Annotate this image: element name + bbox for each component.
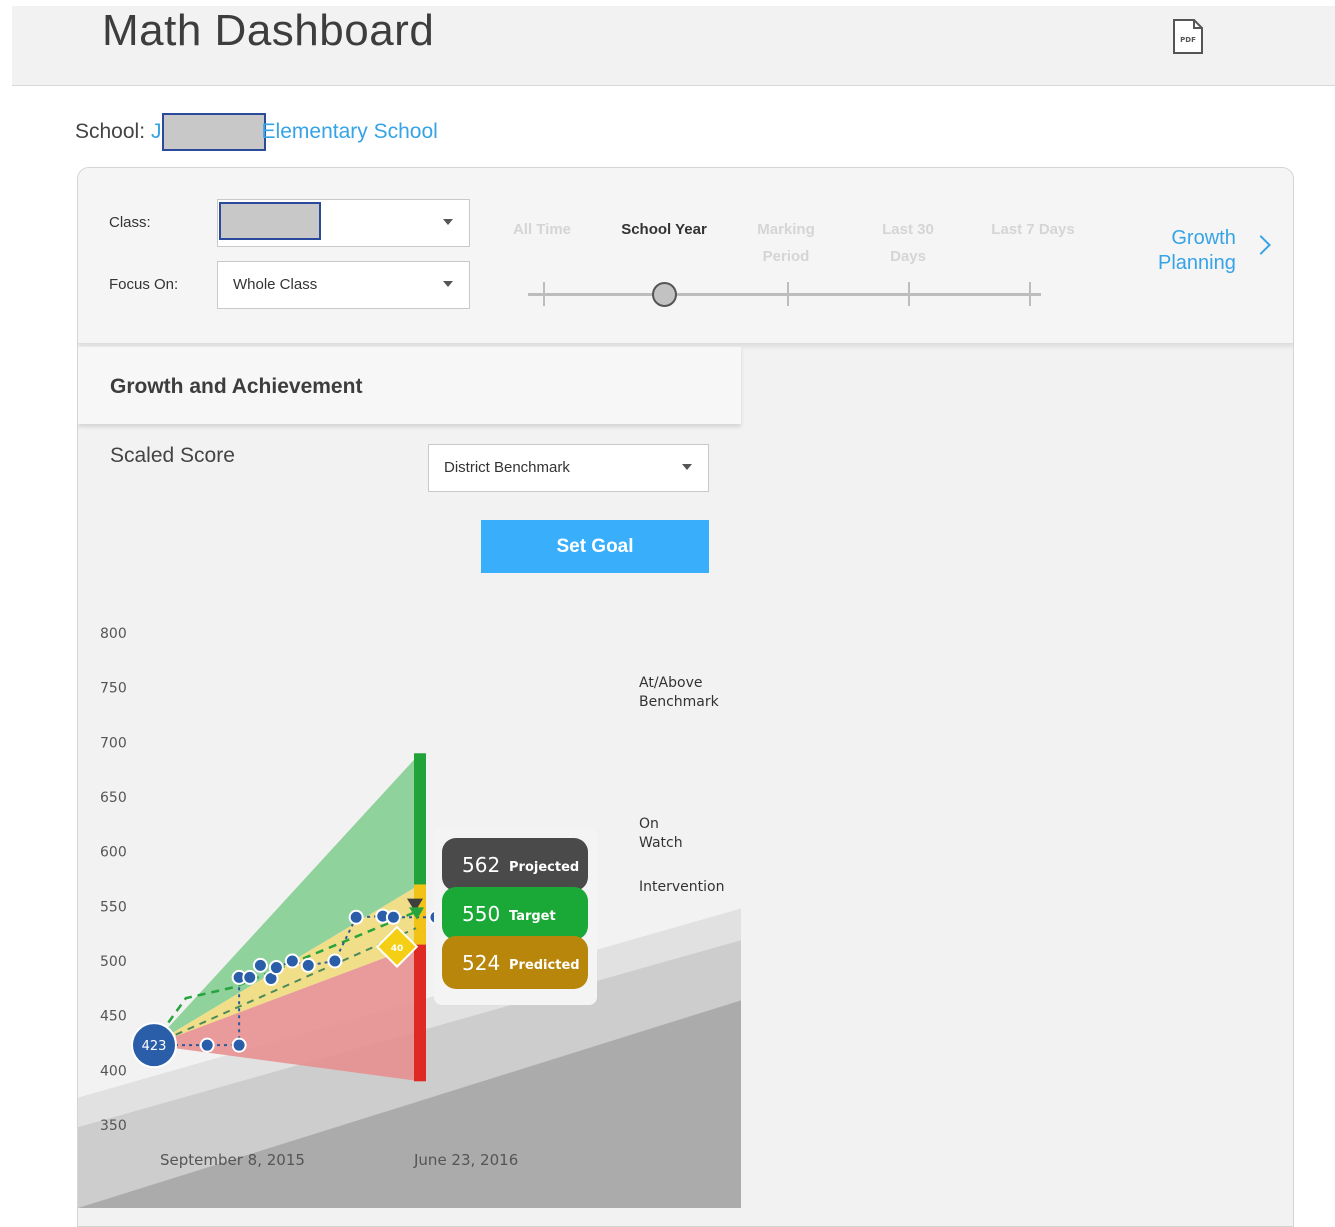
growth-chart: 800 750 700 650 600 550 500 450 400 350 September … [78, 626, 741, 1208]
growth-planning-link[interactable]: Growth Planning [1158, 226, 1236, 276]
redacted-school-name [161, 113, 266, 151]
slider-tick [787, 282, 789, 306]
slider-tick [543, 282, 545, 306]
y-tick-label: 700 [100, 735, 127, 751]
score-point[interactable] [199, 1037, 215, 1053]
growth-achievement-header: Growth and Achievement [78, 347, 741, 424]
y-tick-label: 500 [100, 954, 127, 970]
growth-planning-line1: Growth [1171, 227, 1236, 249]
legend-label: Projected [509, 860, 579, 875]
page-header: Math Dashboard PDF [12, 6, 1335, 86]
filter-bar: Class: Focus On: Whole Class All Time Sc… [78, 168, 1293, 344]
scaled-score-label: Scaled Score [110, 444, 235, 467]
chevron-down-icon [443, 219, 453, 225]
y-tick-label: 750 [100, 681, 127, 697]
score-point[interactable] [268, 960, 284, 976]
score-point[interactable] [327, 953, 343, 969]
y-tick-label: 550 [100, 899, 127, 915]
start-score-label: 423 [142, 1039, 167, 1054]
period-slider-thumb[interactable] [652, 282, 677, 307]
y-tick-label: 650 [100, 790, 127, 806]
legend-label: Predicted [509, 958, 580, 973]
chevron-down-icon[interactable] [682, 464, 692, 470]
band-label-on-watch: On Watch [639, 816, 683, 851]
y-tick-label: 450 [100, 1009, 127, 1025]
band-label-above-benchmark: At/Above Benchmark [639, 675, 720, 710]
focus-select[interactable]: Whole Class [217, 261, 470, 309]
legend-label: Target [509, 909, 556, 924]
legend-value: 550 [462, 902, 500, 926]
score-point[interactable] [231, 1037, 247, 1053]
period-all-time[interactable]: All Time [498, 216, 586, 243]
class-label: Class: [109, 214, 151, 231]
slider-tick [1029, 282, 1031, 306]
school-link[interactable]: Elementary School [262, 120, 438, 144]
chevron-down-icon [443, 281, 453, 287]
class-select[interactable] [217, 199, 470, 247]
period-last-7-days[interactable]: Last 7 Days [978, 216, 1088, 243]
period-slider-track[interactable] [528, 293, 1041, 296]
goal-diamond-label: 40 [391, 944, 404, 954]
score-point[interactable] [252, 957, 268, 973]
school-label: School: [75, 120, 146, 143]
score-point[interactable] [242, 969, 258, 985]
goal-bar-green [414, 753, 426, 885]
school-row: School: J Elementary School [75, 113, 438, 151]
page-title: Math Dashboard [102, 6, 435, 55]
focus-value: Whole Class [233, 276, 318, 293]
dashboard-card: Class: Focus On: Whole Class All Time Sc… [77, 167, 1294, 1227]
svg-text:PDF: PDF [1180, 36, 1196, 44]
x-tick-label: September 8, 2015 [160, 1151, 305, 1169]
band-label-intervention: Intervention [639, 879, 724, 895]
score-point[interactable] [284, 953, 300, 969]
period-last-30-days[interactable]: Last 30 Days [868, 216, 948, 270]
x-tick-label: June 23, 2016 [413, 1151, 518, 1169]
y-tick-label: 350 [100, 1118, 127, 1134]
school-prefix[interactable]: J [151, 120, 162, 144]
pdf-file-icon: PDF [1173, 19, 1203, 54]
goal-bar-red [414, 944, 426, 1082]
period-marking-period[interactable]: Marking Period [746, 216, 826, 270]
legend-value: 524 [462, 951, 500, 975]
y-tick-label: 800 [100, 626, 127, 642]
period-school-year[interactable]: School Year [608, 216, 720, 243]
growth-planning-line2: Planning [1158, 252, 1236, 274]
score-point[interactable] [385, 909, 401, 925]
y-tick-label: 400 [100, 1063, 127, 1079]
score-point[interactable] [300, 957, 316, 973]
redacted-class-name [219, 202, 321, 240]
chevron-right-icon[interactable] [1251, 235, 1271, 255]
pdf-export-button[interactable]: PDF [1170, 18, 1206, 56]
focus-label: Focus On: [109, 276, 179, 293]
score-point[interactable] [348, 909, 364, 925]
y-tick-label: 600 [100, 845, 127, 861]
benchmark-select[interactable]: District Benchmark [428, 444, 709, 492]
slider-tick [908, 282, 910, 306]
benchmark-value: District Benchmark [444, 459, 570, 476]
legend-value: 562 [462, 853, 500, 877]
set-goal-button[interactable]: Set Goal [481, 520, 709, 573]
growth-achievement-title: Growth and Achievement [110, 375, 363, 398]
